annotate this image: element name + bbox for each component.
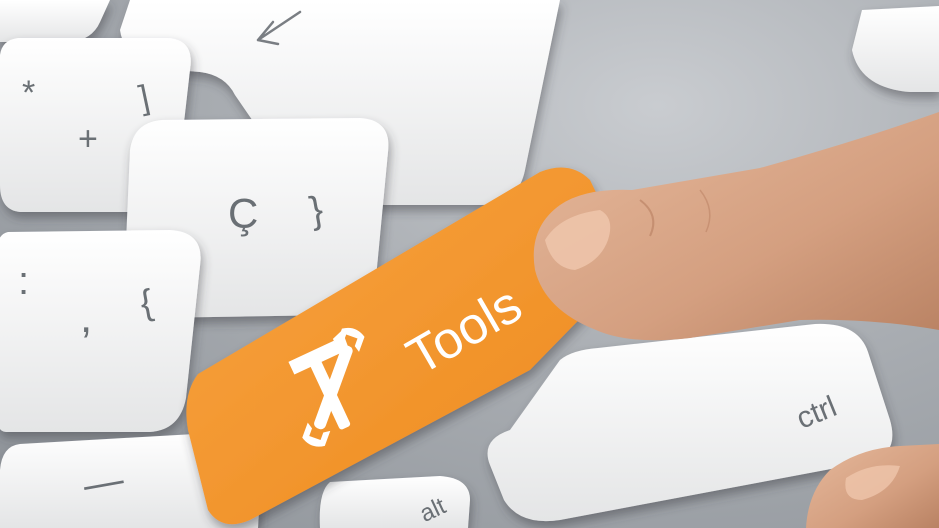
key-top-left[interactable] <box>0 0 110 42</box>
keyboard-illustration: * + ] Ç } : , { — alt ctrl Tools <box>0 0 939 528</box>
asterisk-label: * <box>22 74 35 112</box>
comma-label: , <box>80 293 92 342</box>
minus-label: — <box>80 457 127 507</box>
key-top-right[interactable] <box>852 6 939 92</box>
finger <box>533 112 939 341</box>
keyboard-photo: * + ] Ç } : , { — alt ctrl Tools <box>0 0 939 528</box>
colon-label: : <box>18 259 29 303</box>
plus-label: + <box>78 120 98 158</box>
key-alt[interactable]: alt <box>319 476 470 528</box>
key-colon-comma[interactable]: : , { <box>0 230 201 432</box>
c-cedilla-label: Ç <box>228 190 258 237</box>
